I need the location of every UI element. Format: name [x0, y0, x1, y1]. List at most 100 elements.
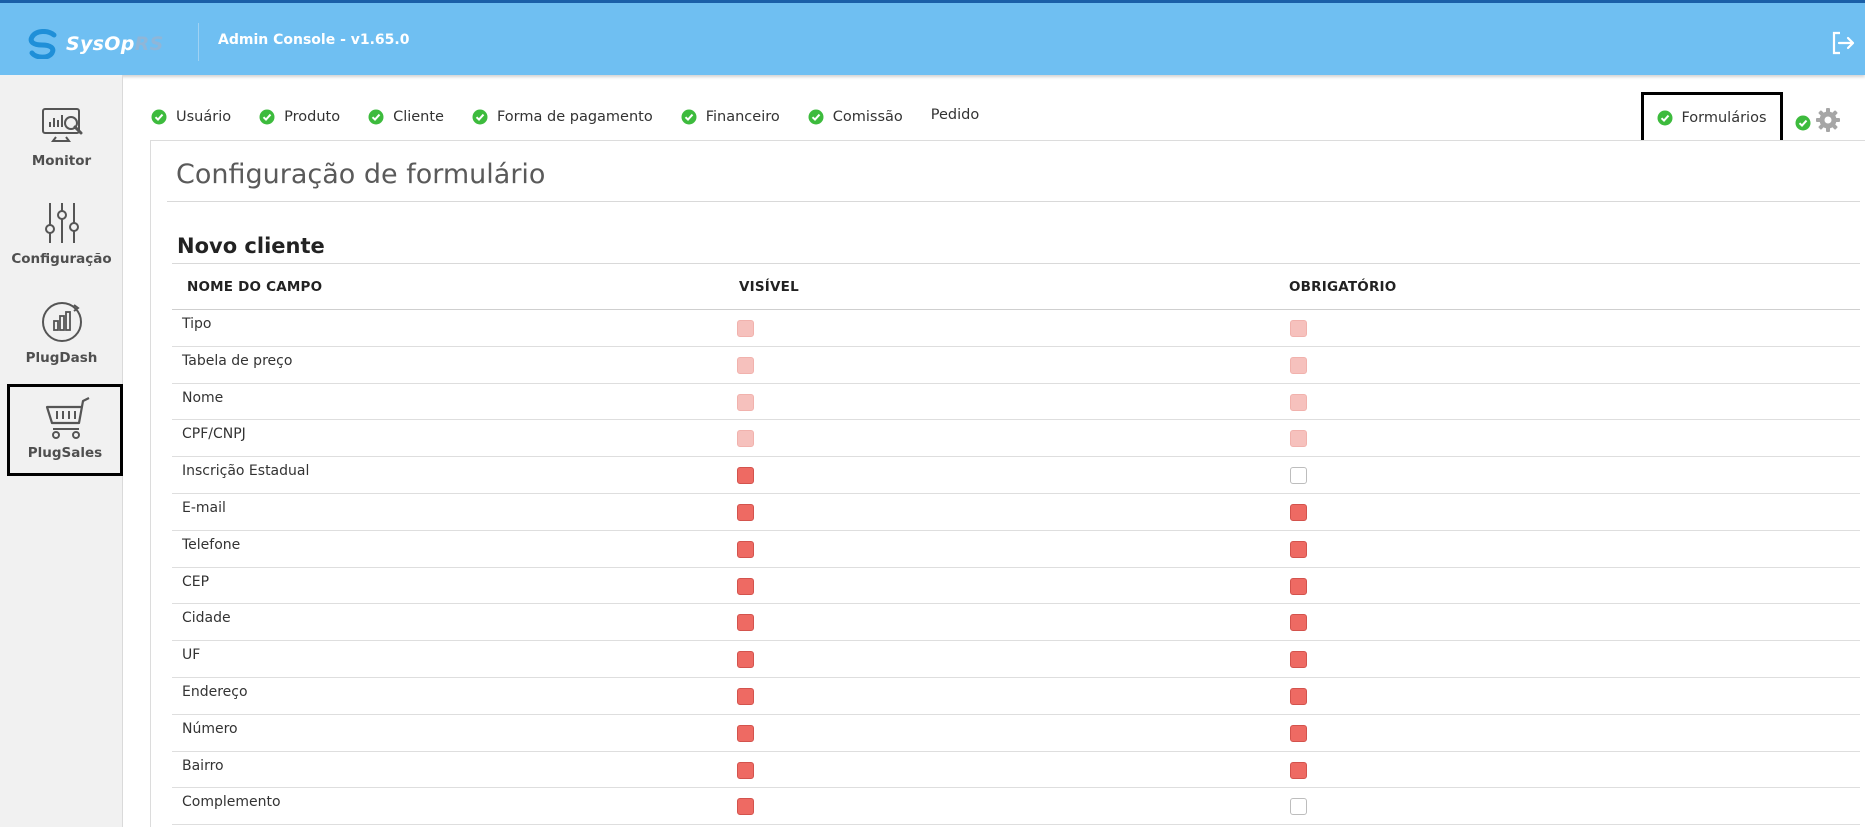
visible-checkbox[interactable]	[737, 467, 754, 485]
required-checkbox	[1290, 430, 1307, 448]
table-row: Nome	[172, 384, 1860, 421]
sidebar-item-plugsales[interactable]: PlugSales	[7, 384, 123, 476]
logo-text: SysOpRS	[66, 33, 164, 55]
visible-checkbox[interactable]	[737, 761, 754, 779]
required-checkbox	[1290, 356, 1307, 374]
visible-checkbox[interactable]	[737, 651, 754, 669]
table-row: Endereço	[172, 678, 1860, 715]
sidebar-item-configuracao[interactable]: Configuração	[0, 195, 123, 287]
required-checkbox[interactable]	[1290, 687, 1307, 705]
field-name: Tabela de preço	[182, 352, 293, 369]
column-header-field-name: NOME DO CAMPO	[187, 279, 323, 295]
shopping-cart-icon	[43, 395, 90, 439]
visible-checkbox[interactable]	[737, 503, 754, 521]
logout-icon[interactable]	[1829, 29, 1857, 57]
table-row: Tipo	[172, 310, 1860, 347]
field-name: Nome	[182, 389, 224, 406]
tab-label: Cliente	[393, 109, 444, 125]
top-bar: SysOpRS Admin Console - v1.65.0	[0, 0, 1865, 75]
monitor-chart-icon	[40, 103, 84, 147]
required-checkbox[interactable]	[1290, 798, 1307, 816]
required-checkbox[interactable]	[1290, 724, 1307, 742]
tab-cliente[interactable]: Cliente	[368, 100, 444, 134]
column-header-required: OBRIGATÓRIO	[1289, 279, 1397, 295]
table-row: UF	[172, 641, 1860, 678]
column-header-visible: VISÍVEL	[739, 279, 799, 295]
section-title: Novo cliente	[177, 234, 325, 258]
visible-checkbox[interactable]	[737, 724, 754, 742]
table-row: Cidade	[172, 604, 1860, 642]
gear-icon	[1816, 108, 1840, 132]
title-divider	[167, 201, 1860, 202]
tab-pedido[interactable]: Pedido	[931, 98, 979, 132]
visible-checkbox[interactable]	[737, 577, 754, 595]
check-circle-icon	[808, 109, 824, 125]
field-name: E-mail	[182, 499, 226, 516]
tab-label: Pedido	[930, 107, 980, 123]
field-name: UF	[182, 647, 201, 664]
table-row: CPF/CNPJ	[172, 420, 1860, 458]
settings-tab[interactable]	[1795, 107, 1845, 133]
required-checkbox[interactable]	[1290, 761, 1307, 779]
required-checkbox[interactable]	[1290, 467, 1307, 485]
field-name: Cidade	[182, 610, 231, 627]
required-checkbox[interactable]	[1290, 540, 1307, 558]
required-checkbox[interactable]	[1290, 614, 1307, 632]
sliders-icon	[40, 201, 84, 245]
page-title: Configuração de formulário	[176, 159, 546, 190]
sidebar: Monitor Configuração PlugDash PlugSales	[0, 75, 123, 827]
required-checkbox	[1290, 393, 1307, 411]
field-name: Telefone	[182, 536, 241, 553]
table-row: Tabela de preço	[172, 347, 1860, 384]
check-circle-icon	[1657, 110, 1673, 125]
required-checkbox	[1290, 320, 1307, 337]
tab-usuario[interactable]: Usuário	[151, 100, 231, 134]
tab-label: Comissão	[832, 109, 903, 125]
sidebar-item-label: PlugSales	[27, 445, 103, 461]
header-divider	[198, 23, 199, 61]
table-row: Inscrição Estadual	[172, 457, 1860, 494]
config-tabs: Usuário Produto Cliente Forma de pagamen…	[151, 100, 1007, 134]
tab-comissao[interactable]: Comissão	[808, 100, 903, 134]
logo-swirl-icon	[28, 29, 57, 59]
field-name: CPF/CNPJ	[182, 426, 246, 443]
tab-label: Usuário	[176, 109, 232, 125]
sidebar-item-plugdash[interactable]: PlugDash	[0, 294, 123, 386]
tab-label: Produto	[284, 109, 341, 125]
visible-checkbox[interactable]	[737, 798, 754, 816]
visible-checkbox	[737, 393, 754, 411]
sidebar-item-label: PlugDash	[25, 350, 98, 366]
fields-table-body: Tipo Tabela de preço Nome CPF/CNPJ Inscrição…	[172, 310, 1860, 826]
field-name: Tipo	[182, 316, 212, 332]
visible-checkbox	[737, 320, 754, 337]
tab-formularios[interactable]: Formulários	[1641, 92, 1783, 143]
table-row: Bairro	[172, 752, 1860, 789]
visible-checkbox	[737, 356, 754, 374]
visible-checkbox[interactable]	[737, 614, 754, 632]
check-circle-icon	[259, 109, 275, 125]
table-row: Complemento	[172, 788, 1860, 826]
check-circle-icon	[151, 109, 167, 125]
visible-checkbox[interactable]	[737, 540, 754, 558]
field-name: Endereço	[182, 683, 248, 700]
visible-checkbox	[737, 430, 754, 448]
check-circle-icon	[368, 109, 384, 125]
tab-label: Forma de pagamento	[496, 109, 653, 125]
sidebar-item-label: Configuração	[11, 251, 112, 267]
tab-financeiro[interactable]: Financeiro	[681, 100, 780, 134]
sidebar-item-label: Monitor	[31, 153, 92, 169]
check-circle-icon	[472, 109, 488, 125]
field-name: Bairro	[182, 757, 224, 774]
tab-forma-de-pagamento[interactable]: Forma de pagamento	[472, 100, 653, 134]
required-checkbox[interactable]	[1290, 577, 1307, 595]
visible-checkbox[interactable]	[737, 687, 754, 705]
field-name: Número	[182, 720, 238, 737]
sysop-logo[interactable]: SysOpRS	[28, 27, 164, 61]
required-checkbox[interactable]	[1290, 651, 1307, 669]
required-checkbox[interactable]	[1290, 503, 1307, 521]
sidebar-item-monitor[interactable]: Monitor	[0, 97, 123, 189]
tab-label: Formulários	[1681, 109, 1767, 126]
tab-produto[interactable]: Produto	[259, 100, 340, 134]
field-name: Complemento	[182, 794, 281, 811]
table-row: Telefone	[172, 531, 1860, 568]
